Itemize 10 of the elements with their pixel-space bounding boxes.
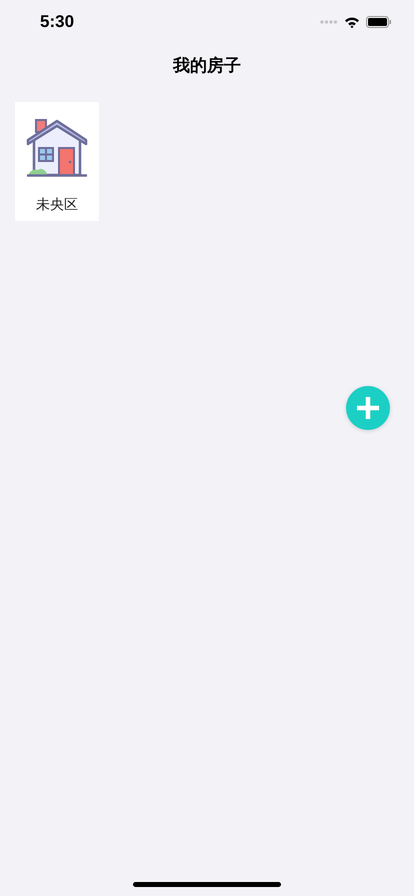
page-title: 我的房子: [172, 55, 242, 77]
plus-icon: [356, 396, 380, 420]
add-button[interactable]: [346, 386, 390, 430]
house-card[interactable]: 未央区: [15, 102, 99, 221]
battery-icon: [366, 16, 392, 28]
house-name: 未央区: [36, 196, 78, 214]
wifi-icon: [344, 16, 360, 28]
house-icon: [26, 118, 88, 178]
status-time: 5:30: [40, 12, 74, 32]
signal-icon: [320, 20, 338, 24]
